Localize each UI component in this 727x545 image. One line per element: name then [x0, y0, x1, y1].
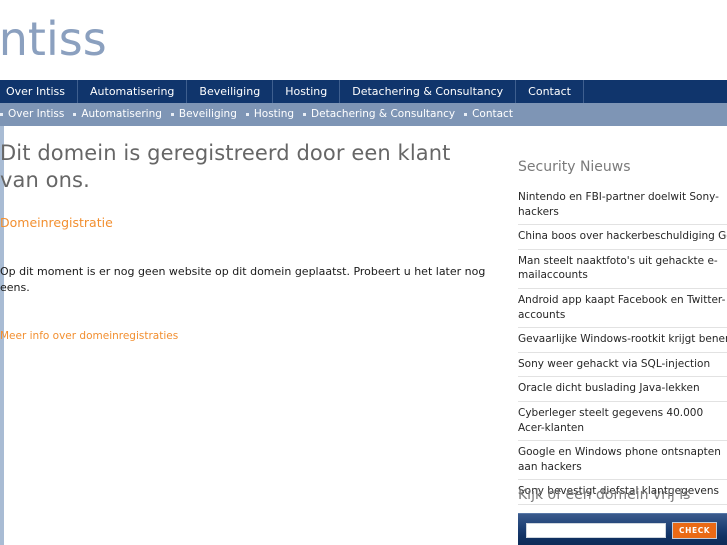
nav-item-detachering-consultancy[interactable]: Detachering & Consultancy: [340, 80, 517, 103]
news-list-item[interactable]: Cyberleger steelt gegevens 40.000 Acer-k…: [518, 402, 727, 442]
breadcrumb-item-over-intiss[interactable]: Over Intiss: [0, 103, 64, 126]
domain-check-panel: Kijk of een domein vrij is CHECK: [518, 486, 727, 545]
news-list-item[interactable]: Android app kaapt Facebook en Twitter-ac…: [518, 289, 727, 329]
page-title: Dit domein is geregistreerd door een kla…: [0, 141, 451, 192]
site-header: intiss: [0, 0, 727, 80]
breadcrumb: Over Intiss Automatisering Beveiliging H…: [0, 103, 727, 126]
domain-search-input[interactable]: [526, 523, 666, 538]
breadcrumb-item-automatisering[interactable]: Automatisering: [73, 103, 162, 126]
bullet-icon: [73, 112, 77, 116]
security-news-list: Nintendo en FBI-partner doelwit Sony-hac…: [518, 186, 727, 505]
bullet-icon: [0, 112, 3, 116]
nav-filler: [584, 80, 727, 103]
breadcrumb-label: Contact: [472, 108, 513, 120]
security-news-title: Security Nieuws: [518, 159, 631, 175]
breadcrumb-item-hosting[interactable]: Hosting: [245, 103, 295, 126]
bullet-icon: [464, 112, 468, 116]
domain-check-button[interactable]: CHECK: [672, 522, 718, 539]
breadcrumb-label: Detachering & Consultancy: [311, 108, 456, 120]
breadcrumb-label: Over Intiss: [8, 108, 65, 120]
breadcrumb-label: Automatisering: [81, 108, 162, 120]
nav-item-contact[interactable]: Contact: [516, 80, 584, 103]
main-body-text: Op dit moment is er nog geen website op …: [0, 265, 486, 294]
main-navigation: Over Intiss Automatisering Beveiliging H…: [0, 80, 727, 103]
domain-check-title: Kijk of een domein vrij is: [518, 487, 691, 503]
domeinregistratie-link[interactable]: Domeinregistratie: [0, 215, 500, 231]
news-list-item[interactable]: Google en Windows phone ontsnapten aan h…: [518, 441, 727, 481]
bullet-icon: [170, 112, 174, 116]
page-root: intiss Over Intiss Automatisering Beveil…: [0, 0, 727, 545]
news-list-item[interactable]: China boos over hackerbeschuldiging Goog…: [518, 225, 727, 250]
meer-info-link[interactable]: Meer info over domeinregistraties: [0, 329, 500, 343]
bullet-icon: [303, 112, 307, 116]
news-list-item[interactable]: Gevaarlijke Windows-rootkit krijgt benen: [518, 328, 727, 353]
breadcrumb-item-beveiliging[interactable]: Beveiliging: [170, 103, 237, 126]
news-list-item[interactable]: Nintendo en FBI-partner doelwit Sony-hac…: [518, 186, 727, 226]
news-list-item[interactable]: Oracle dicht buslading Java-lekken: [518, 377, 727, 402]
bullet-icon: [245, 112, 249, 116]
news-list-item[interactable]: Sony weer gehackt via SQL-injection: [518, 353, 727, 378]
site-logo[interactable]: intiss: [0, 14, 107, 64]
nav-item-over-intiss[interactable]: Over Intiss: [0, 80, 79, 103]
breadcrumb-label: Beveiliging: [178, 108, 237, 120]
news-list-item[interactable]: Man steelt naaktfoto's uit gehackte e-ma…: [518, 250, 727, 289]
security-news-panel: Security Nieuws Nintendo en FBI-partner …: [518, 158, 727, 505]
domain-check-form: CHECK: [518, 513, 727, 545]
breadcrumb-label: Hosting: [253, 108, 295, 120]
breadcrumb-item-contact[interactable]: Contact: [464, 103, 513, 126]
nav-item-automatisering[interactable]: Automatisering: [78, 80, 188, 103]
breadcrumb-item-detachering-consultancy[interactable]: Detachering & Consultancy: [303, 103, 455, 126]
nav-item-hosting[interactable]: Hosting: [273, 80, 341, 103]
nav-item-beveiliging[interactable]: Beveiliging: [187, 80, 274, 103]
main-content: Dit domein is geregistreerd door een kla…: [0, 140, 500, 343]
